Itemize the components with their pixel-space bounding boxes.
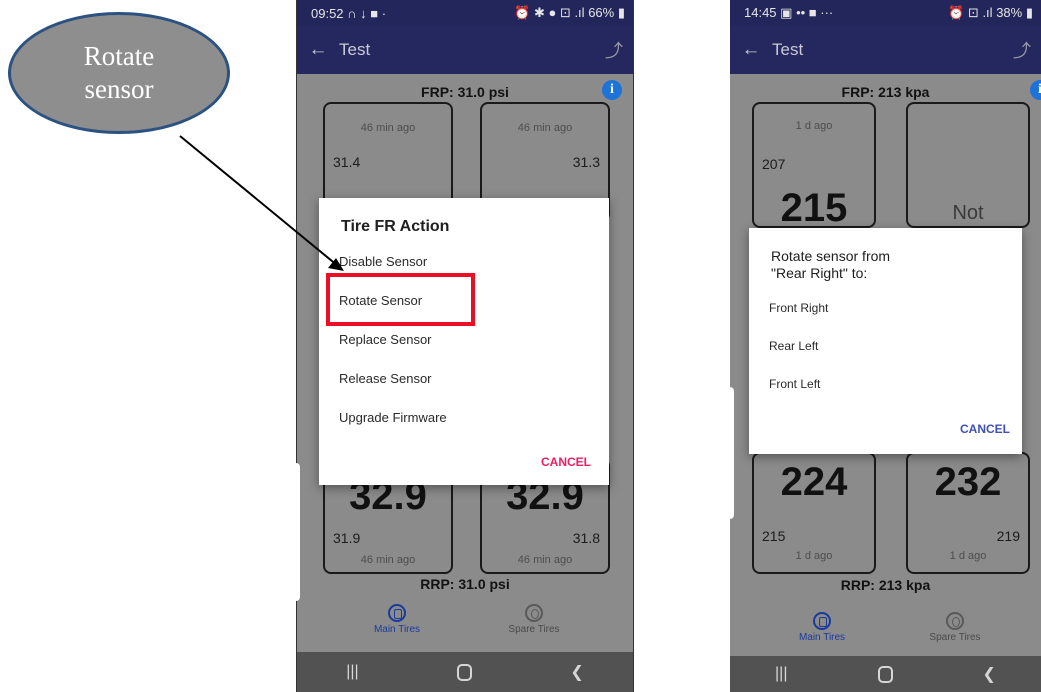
back-arrow-icon[interactable]: ← — [730, 39, 772, 61]
app-bar: ← Test ⤴ — [730, 26, 1041, 74]
phone-screen-1: 09:52 ∩ ↓ ■ · ⏰ ✱ ● ⊡ .ıl 66% ▮ ← Test ⤴… — [296, 0, 634, 692]
tire-pressure-large: 215 — [780, 186, 848, 230]
dialog-title-line-1: Rotate sensor from — [771, 248, 891, 264]
battery-level: 38% — [996, 5, 1023, 20]
status-right: ⏰ ⊡ .ıl 38% ▮ — [948, 5, 1033, 21]
rear-recommended-pressure: RRP: 213 kpa — [840, 577, 931, 593]
tire-reading: 215 — [762, 528, 786, 544]
tab-main-tires-label: Main Tires — [373, 624, 421, 635]
system-icons: ⏰ ✱ ● ⊡ .ıl — [514, 5, 585, 20]
tire-last-seen: 46 min ago — [517, 554, 573, 566]
option-rear-left[interactable]: Rear Left — [769, 339, 818, 353]
battery-icon: ▮ — [617, 5, 625, 20]
tire-last-seen: 1 d ago — [795, 550, 833, 562]
rotate-sensor-highlight — [326, 273, 475, 326]
tire-reading: 31.8 — [572, 530, 600, 546]
status-right: ⏰ ✱ ● ⊡ .ıl 66% ▮ — [514, 5, 625, 21]
recent-apps-icon[interactable]: ||| — [775, 665, 787, 683]
system-back-icon[interactable]: ❮ — [570, 662, 583, 682]
tab-spare-tires[interactable]: Spare Tires — [489, 604, 579, 635]
wrench-icon[interactable]: ⤴ — [595, 37, 633, 63]
tire-reading: 31.3 — [572, 154, 600, 170]
tire-reading: 207 — [762, 156, 786, 172]
recent-apps-icon[interactable]: ||| — [346, 663, 358, 681]
tire-front-left[interactable]: 1 d ago 207 215 — [752, 102, 876, 230]
option-front-right[interactable]: Front Right — [769, 301, 828, 315]
cancel-button[interactable]: CANCEL — [541, 455, 591, 469]
app-title: Test — [339, 40, 371, 59]
status-time: 14:45 — [744, 5, 777, 20]
tire-last-seen: 46 min ago — [360, 554, 416, 566]
status-bar: 09:52 ∩ ↓ ■ · ⏰ ✱ ● ⊡ .ıl 66% ▮ — [297, 0, 633, 26]
tab-main-tires-label: Main Tires — [798, 632, 846, 643]
home-icon[interactable] — [877, 665, 893, 683]
bottom-navigation: Main Tires Spare Tires — [297, 604, 633, 652]
status-left: 14:45 ▣ •• ■ ··· — [744, 5, 833, 21]
front-recommended-pressure: FRP: 31.0 psi — [421, 84, 509, 100]
spare-tire-icon — [946, 612, 964, 630]
status-left: 09:52 ∩ ↓ ■ · — [311, 6, 386, 21]
tire-icon — [388, 604, 406, 622]
tire-last-seen: 46 min ago — [517, 122, 573, 134]
callout-line-1: Rotate — [83, 41, 155, 71]
tire-reading: 31.4 — [333, 154, 361, 170]
info-icon[interactable]: i — [602, 80, 622, 100]
app-title: Test — [772, 40, 804, 59]
tab-spare-tires[interactable]: Spare Tires — [910, 612, 1000, 643]
edge-panel-handle[interactable] — [728, 387, 734, 519]
cancel-button[interactable]: CANCEL — [960, 422, 1010, 436]
dialog-title-line-2: "Rear Right" to: — [771, 265, 868, 281]
menu-item-replace-sensor[interactable]: Replace Sensor — [339, 332, 432, 347]
tire-last-seen: 1 d ago — [795, 120, 833, 132]
tire-pressure-large: 232 — [934, 460, 1002, 504]
tire-pressure-large: 224 — [780, 460, 848, 504]
wrench-icon[interactable]: ⤴ — [1003, 37, 1041, 63]
notification-icons: ▣ •• ■ ··· — [780, 5, 834, 20]
edge-panel-handle[interactable] — [294, 463, 300, 601]
tire-reading: 31.9 — [333, 530, 361, 546]
front-recommended-pressure: FRP: 213 kpa — [841, 84, 930, 100]
bottom-navigation: Main Tires Spare Tires — [730, 612, 1041, 660]
system-icons: ⏰ ⊡ .ıl — [948, 5, 993, 20]
battery-level: 66% — [588, 5, 615, 20]
tire-action-dialog: Tire FR Action Disable Sensor Rotate Sen… — [319, 198, 609, 485]
dialog-title: Tire FR Action — [341, 218, 450, 235]
tire-status-text: Not — [952, 202, 984, 224]
app-bar: ← Test ⤴ — [297, 26, 633, 74]
tab-main-tires[interactable]: Main Tires — [777, 612, 867, 643]
callout-line-2: sensor — [84, 74, 154, 104]
option-front-left[interactable]: Front Left — [769, 377, 820, 391]
tire-icon — [813, 612, 831, 630]
system-back-icon[interactable]: ❮ — [983, 664, 996, 684]
battery-icon: ▮ — [1025, 5, 1033, 20]
status-time: 09:52 — [311, 5, 344, 21]
status-bar: 14:45 ▣ •• ■ ··· ⏰ ⊡ .ıl 38% ▮ — [730, 0, 1041, 26]
menu-item-upgrade-firmware[interactable]: Upgrade Firmware — [339, 410, 447, 425]
tab-spare-tires-label: Spare Tires — [929, 632, 981, 643]
rear-recommended-pressure: RRP: 31.0 psi — [420, 576, 510, 592]
system-navigation-bar: ||| ❮ — [730, 656, 1041, 692]
phone-screen-2: 14:45 ▣ •• ■ ··· ⏰ ⊡ .ıl 38% ▮ ← Test ⤴ … — [730, 0, 1041, 692]
tab-main-tires[interactable]: Main Tires — [352, 604, 442, 635]
home-icon[interactable] — [457, 663, 473, 681]
rotate-sensor-dialog: Rotate sensor from "Rear Right" to: Fron… — [749, 228, 1022, 454]
tire-rear-left[interactable]: 224 215 1 d ago — [752, 452, 876, 574]
tire-last-seen: 46 min ago — [360, 122, 416, 134]
menu-item-release-sensor[interactable]: Release Sensor — [339, 371, 432, 386]
notification-icons: ∩ ↓ ■ · — [347, 5, 387, 21]
tire-last-seen: 1 d ago — [949, 550, 987, 562]
tire-rear-right[interactable]: 232 219 1 d ago — [906, 452, 1030, 574]
spare-tire-icon — [525, 604, 543, 622]
tire-reading: 219 — [996, 528, 1020, 544]
tab-spare-tires-label: Spare Tires — [508, 624, 560, 635]
system-navigation-bar: ||| ❮ — [297, 652, 633, 692]
menu-item-disable-sensor[interactable]: Disable Sensor — [339, 254, 427, 269]
tire-front-right[interactable]: Not — [906, 102, 1030, 228]
dialog-title: Rotate sensor from "Rear Right" to: — [771, 248, 890, 282]
rotate-sensor-callout: Rotate sensor — [8, 12, 230, 134]
back-arrow-icon[interactable]: ← — [297, 39, 339, 61]
